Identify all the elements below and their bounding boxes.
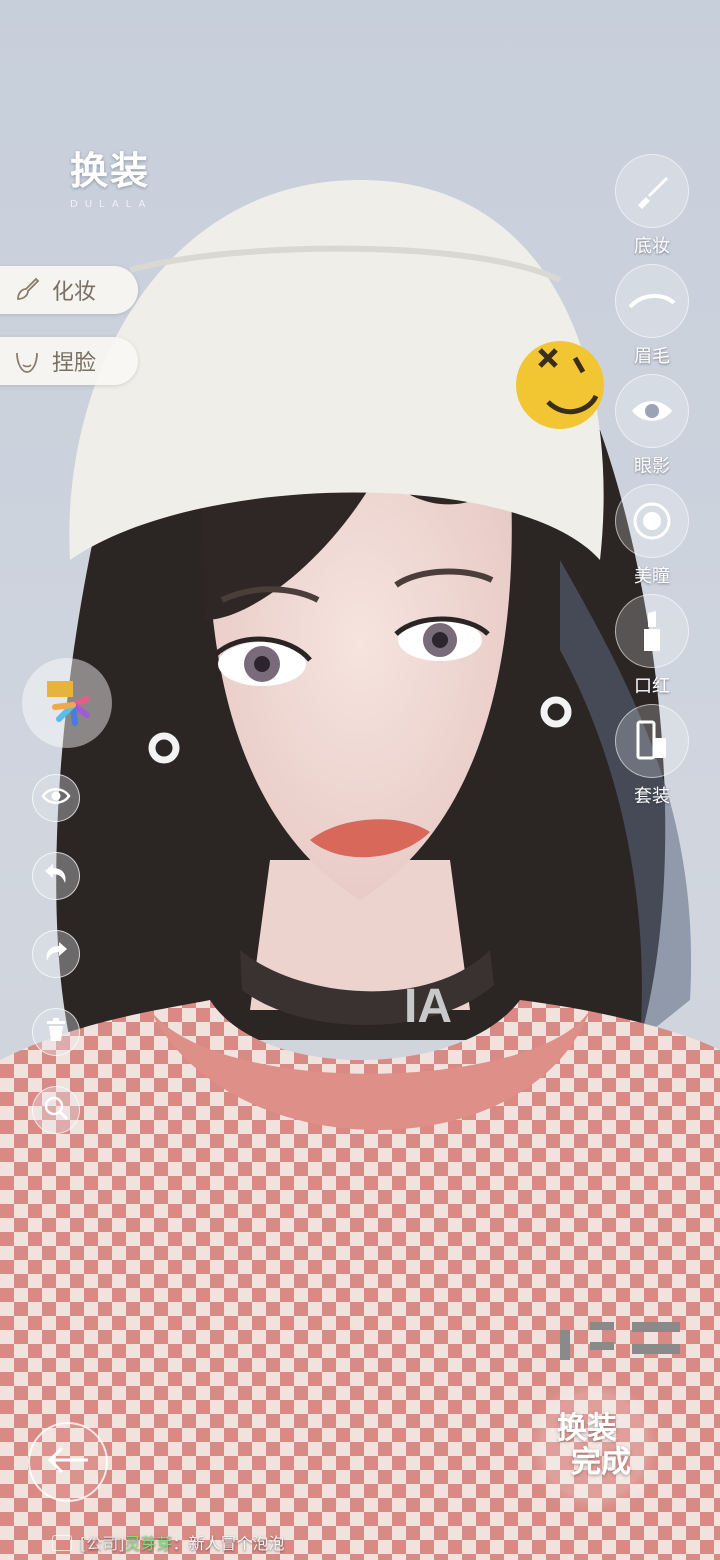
back-button[interactable] [28,1422,108,1502]
face-sculpt-tab[interactable]: 捏脸 [0,337,138,385]
category-foundation[interactable]: 底妆 [612,154,692,258]
cosmetics-set-icon [615,704,689,778]
category-foundation-label: 底妆 [634,236,670,257]
foundation-brush-icon [615,154,689,228]
undo-button[interactable] [32,852,80,900]
face-outline-icon [14,348,40,374]
arrow-left-icon [46,1445,90,1479]
page-title: 换装 [70,148,151,193]
finish-dressup-button[interactable]: 换装 完成 [540,1392,648,1500]
redo-button[interactable] [32,930,80,978]
category-eyeshadow[interactable]: 眼影 [612,374,692,478]
category-contact-lens[interactable]: 美瞳 [612,484,692,588]
brush-icon [14,277,40,303]
palette-icon [37,671,97,735]
category-contact-lens-label: 美瞳 [634,566,670,587]
page-subtitle: DULALA [70,199,153,210]
makeup-tab-label: 化妆 [52,280,97,305]
zoom-icon [43,1095,69,1125]
zoom-button[interactable] [32,1086,80,1134]
face-sculpt-tab-label: 捏脸 [52,351,97,376]
chat-ticker[interactable]: [公司]灵芽芽：新人冒个泡泡 [52,1530,285,1554]
category-eyeshadow-label: 眼影 [634,456,670,477]
makeup-tab[interactable]: 化妆 [0,266,138,314]
chat-message: 新人冒个泡泡 [188,1534,285,1553]
category-set[interactable]: 套装 [612,704,692,808]
category-eyebrow[interactable]: 眉毛 [612,264,692,368]
eyebrow-icon [615,264,689,338]
color-palette-button[interactable] [22,658,112,748]
chat-bubble-icon [52,1535,72,1551]
category-lipstick[interactable]: 口红 [612,594,692,698]
finish-label-line1: 换装 [557,1411,617,1446]
chat-separator: ： [172,1534,189,1553]
chat-channel: [公司] [80,1534,125,1553]
finish-label-line2: 完成 [571,1445,631,1480]
category-set-label: 套装 [634,786,670,807]
visibility-toggle-button[interactable] [32,774,80,822]
trash-icon [45,1018,67,1046]
delete-button[interactable] [32,1008,80,1056]
category-eyebrow-label: 眉毛 [634,346,670,367]
svg-text:IA: IA [404,980,452,1033]
lipstick-icon [615,594,689,668]
chat-username: 灵芽芽 [124,1534,173,1553]
eye-icon [615,374,689,448]
brand-header: 换装 DULALA [70,140,152,210]
eye-visibility-icon [41,786,71,810]
undo-icon [43,863,69,889]
redo-icon [43,941,69,967]
contact-lens-icon [615,484,689,558]
category-lipstick-label: 口红 [634,676,670,697]
